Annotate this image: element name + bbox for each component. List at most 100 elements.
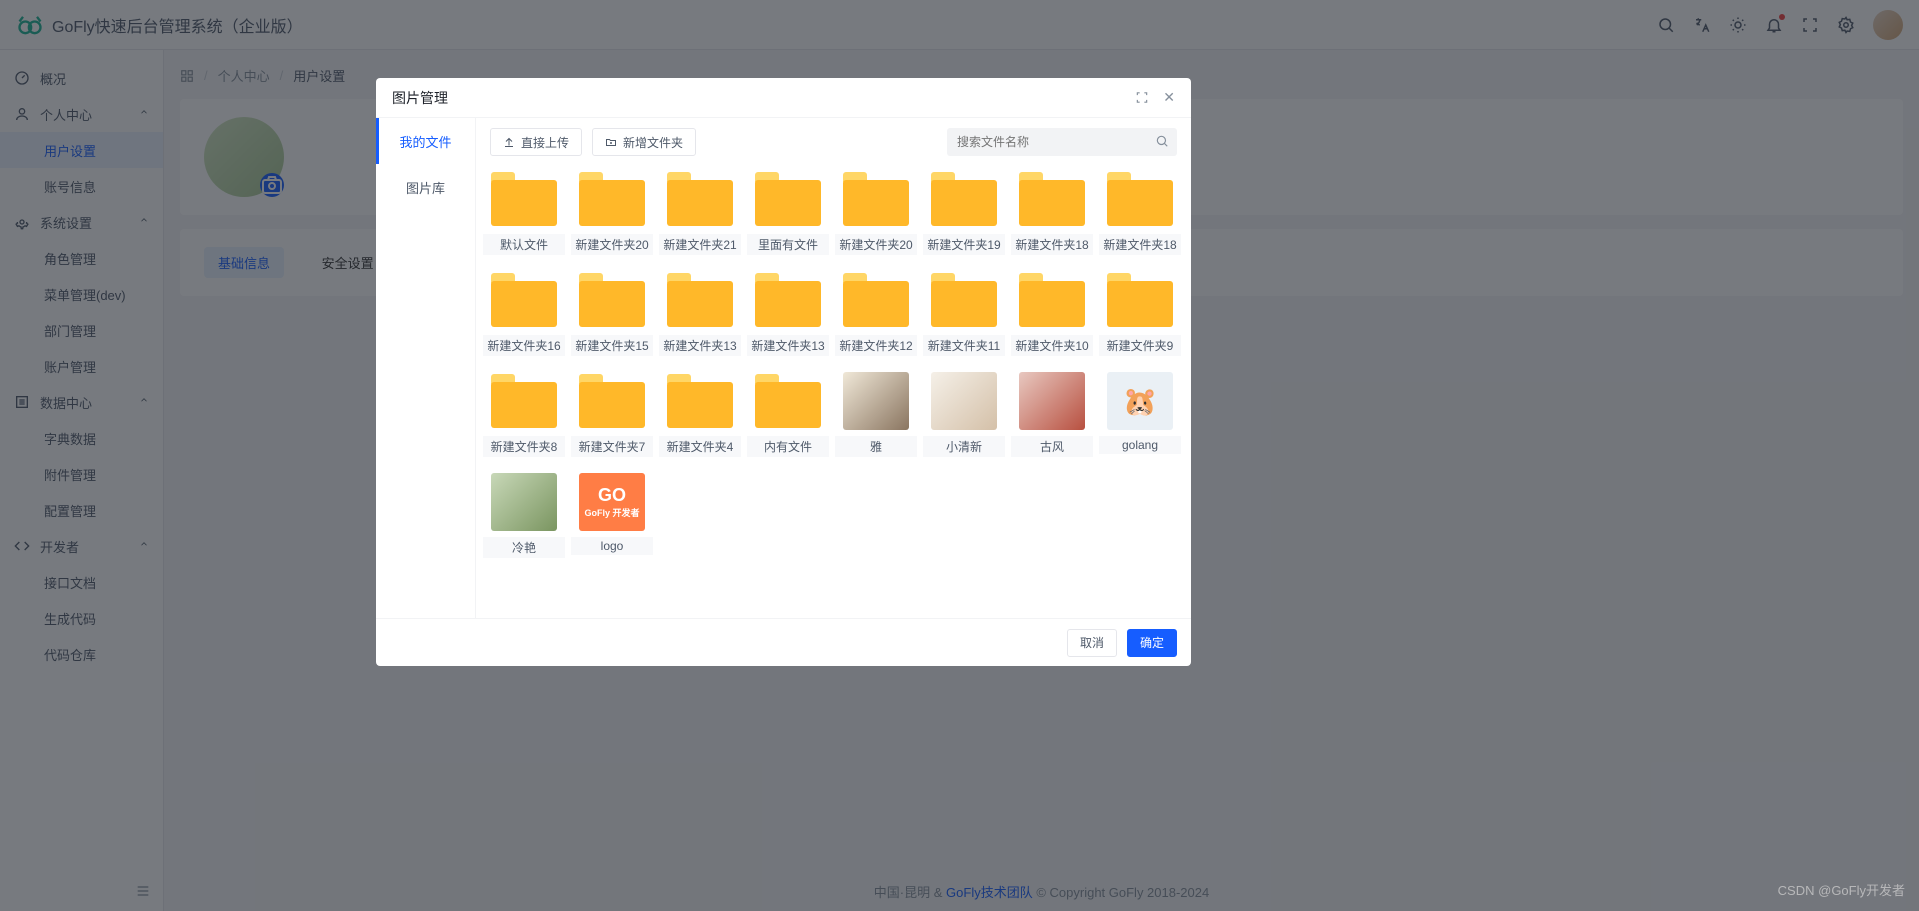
folder-icon [755, 374, 821, 428]
folder-item[interactable]: 新建文件夹8 [490, 372, 558, 457]
item-label: 古风 [1011, 436, 1093, 457]
folder-item[interactable]: 新建文件夹4 [666, 372, 734, 457]
modal-title: 图片管理 [392, 88, 448, 108]
folder-item[interactable]: 新建文件夹18 [1018, 170, 1086, 255]
item-label: 新建文件夹12 [835, 335, 917, 356]
upload-button[interactable]: 直接上传 [490, 128, 582, 156]
side-tab-gallery[interactable]: 图片库 [376, 164, 475, 210]
modal-close-icon[interactable]: ✕ [1163, 89, 1175, 106]
item-label: 新建文件夹18 [1099, 234, 1181, 255]
modal-header: 图片管理 ✕ [376, 78, 1191, 118]
image-thumbnail [491, 473, 557, 531]
folder-icon [755, 172, 821, 226]
gallery-toolbar: 直接上传 新增文件夹 [490, 128, 1177, 156]
file-grid: 默认文件新建文件夹20新建文件夹21里面有文件新建文件夹20新建文件夹19新建文… [490, 170, 1177, 558]
image-thumbnail [1019, 372, 1085, 430]
folder-item[interactable]: 内有文件 [754, 372, 822, 457]
item-label: 冷艳 [483, 537, 565, 558]
item-label: 新建文件夹11 [923, 335, 1005, 356]
image-item[interactable]: GOGoFly 开发者logo [578, 473, 646, 558]
item-label: logo [571, 537, 653, 555]
modal-side-tabs: 我的文件 图片库 [376, 118, 476, 618]
item-label: 新建文件夹16 [483, 335, 565, 356]
folder-icon [579, 374, 645, 428]
add-folder-icon [605, 136, 617, 148]
item-label: 雅 [835, 436, 917, 457]
image-item[interactable]: 古风 [1018, 372, 1086, 457]
item-label: 新建文件夹13 [747, 335, 829, 356]
item-label: 新建文件夹21 [659, 234, 741, 255]
image-item[interactable]: 冷艳 [490, 473, 558, 558]
side-tab-my-files[interactable]: 我的文件 [376, 118, 475, 164]
folder-item[interactable]: 新建文件夹20 [842, 170, 910, 255]
item-label: 新建文件夹18 [1011, 234, 1093, 255]
image-item[interactable]: 🐹golang [1106, 372, 1174, 457]
item-label: 内有文件 [747, 436, 829, 457]
folder-item[interactable]: 新建文件夹19 [930, 170, 998, 255]
modal-footer: 取消 确定 [376, 618, 1191, 666]
folder-icon [1019, 172, 1085, 226]
folder-icon [579, 172, 645, 226]
cancel-button[interactable]: 取消 [1067, 629, 1117, 657]
item-label: 新建文件夹20 [571, 234, 653, 255]
confirm-button[interactable]: 确定 [1127, 629, 1177, 657]
upload-icon [503, 136, 515, 148]
search-wrap [947, 128, 1177, 156]
gallery-area: 直接上传 新增文件夹 默认文件新建文件夹20新建文件夹21里面有文件新建文件夹2… [476, 118, 1191, 618]
image-thumbnail [931, 372, 997, 430]
image-thumbnail [843, 372, 909, 430]
watermark: CSDN @GoFly开发者 [1778, 880, 1905, 899]
folder-item[interactable]: 新建文件夹13 [754, 271, 822, 356]
folder-item[interactable]: 新建文件夹18 [1106, 170, 1174, 255]
item-label: 新建文件夹13 [659, 335, 741, 356]
item-label: 小清新 [923, 436, 1005, 457]
folder-item[interactable]: 新建文件夹20 [578, 170, 646, 255]
search-input[interactable] [947, 128, 1177, 156]
folder-icon [755, 273, 821, 327]
new-folder-label: 新增文件夹 [623, 134, 683, 151]
folder-icon [667, 374, 733, 428]
item-label: 新建文件夹19 [923, 234, 1005, 255]
folder-icon [667, 273, 733, 327]
folder-icon [491, 273, 557, 327]
folder-icon [491, 172, 557, 226]
item-label: 新建文件夹15 [571, 335, 653, 356]
item-label: 新建文件夹9 [1099, 335, 1181, 356]
new-folder-button[interactable]: 新增文件夹 [592, 128, 696, 156]
folder-item[interactable]: 新建文件夹12 [842, 271, 910, 356]
item-label: 新建文件夹7 [571, 436, 653, 457]
folder-icon [491, 374, 557, 428]
folder-item[interactable]: 新建文件夹10 [1018, 271, 1086, 356]
folder-item[interactable]: 默认文件 [490, 170, 558, 255]
folder-icon [1107, 273, 1173, 327]
folder-item[interactable]: 里面有文件 [754, 170, 822, 255]
image-thumbnail: 🐹 [1107, 372, 1173, 430]
modal-fullscreen-icon[interactable] [1135, 89, 1149, 106]
folder-icon [579, 273, 645, 327]
search-icon[interactable] [1155, 134, 1169, 151]
folder-icon [931, 273, 997, 327]
folder-item[interactable]: 新建文件夹15 [578, 271, 646, 356]
folder-item[interactable]: 新建文件夹7 [578, 372, 646, 457]
item-label: 新建文件夹8 [483, 436, 565, 457]
folder-item[interactable]: 新建文件夹21 [666, 170, 734, 255]
folder-icon [843, 273, 909, 327]
image-thumbnail: GOGoFly 开发者 [579, 473, 645, 531]
item-label: golang [1099, 436, 1181, 454]
folder-icon [1107, 172, 1173, 226]
folder-item[interactable]: 新建文件夹11 [930, 271, 998, 356]
item-label: 新建文件夹10 [1011, 335, 1093, 356]
item-label: 新建文件夹4 [659, 436, 741, 457]
folder-item[interactable]: 新建文件夹13 [666, 271, 734, 356]
image-item[interactable]: 小清新 [930, 372, 998, 457]
folder-item[interactable]: 新建文件夹16 [490, 271, 558, 356]
folder-icon [931, 172, 997, 226]
item-label: 里面有文件 [747, 234, 829, 255]
image-item[interactable]: 雅 [842, 372, 910, 457]
folder-icon [843, 172, 909, 226]
folder-item[interactable]: 新建文件夹9 [1106, 271, 1174, 356]
upload-label: 直接上传 [521, 134, 569, 151]
image-manager-modal: 图片管理 ✕ 我的文件 图片库 直接上传 新增文件夹 [376, 78, 1191, 666]
folder-icon [1019, 273, 1085, 327]
item-label: 新建文件夹20 [835, 234, 917, 255]
